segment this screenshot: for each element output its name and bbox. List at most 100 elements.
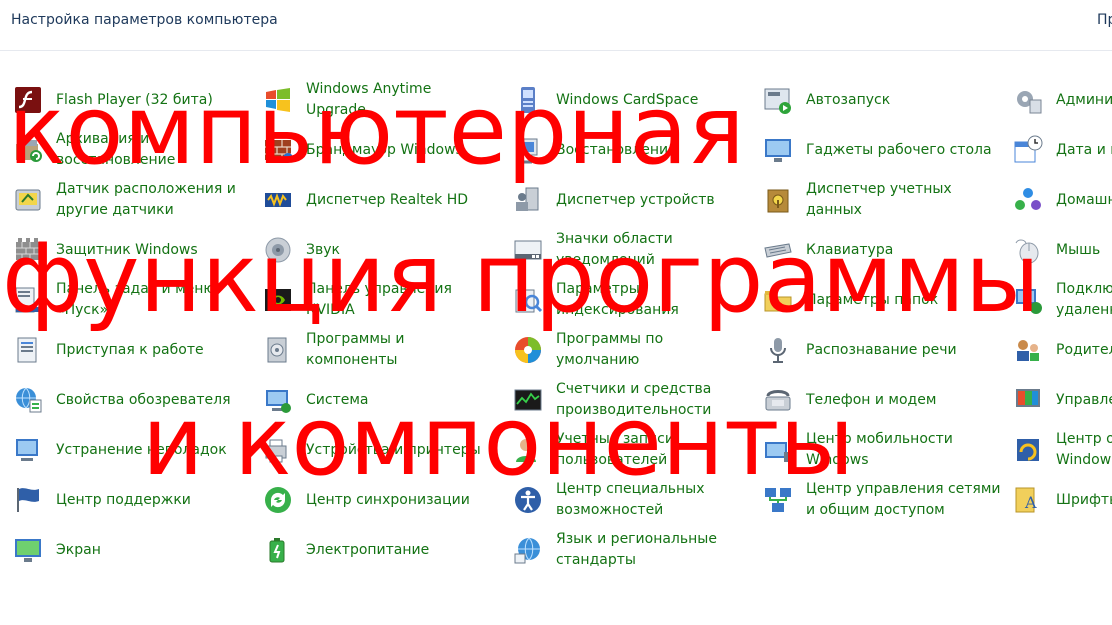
control-panel-item-label: Электропитание	[306, 541, 430, 558]
control-panel-item-default-programs[interactable]: Программы по умолчанию	[512, 326, 752, 374]
control-panel-item-label: Домашн	[1056, 191, 1112, 208]
control-panel-item-label: Windows Anytime Upgrade	[306, 81, 432, 118]
control-panel-item-label: Параметры папок	[806, 291, 939, 308]
keyboard-icon	[762, 234, 794, 266]
control-panel-item-label: Диспетчер учетных данных	[806, 181, 952, 218]
control-panel-item-label: Экран	[56, 541, 101, 558]
control-panel-item-homegroup[interactable]: Домашн	[1012, 176, 1112, 224]
control-panel-item-device-manager[interactable]: Диспетчер устройств	[512, 176, 752, 224]
mobility-center-icon	[762, 434, 794, 466]
page-title: Настройка параметров компьютера	[11, 12, 278, 28]
control-panel-item-location-sensor[interactable]: Датчик расположения и другие датчики	[12, 176, 252, 224]
control-panel-item-indexing[interactable]: Параметры индексирования	[512, 276, 752, 324]
control-panel-item-color-management[interactable]: Управле	[1012, 376, 1112, 424]
control-panel-item-power-options[interactable]: Электропитание	[262, 526, 502, 574]
control-panel-item-label: Диспетчер Realtek HD	[306, 191, 469, 208]
devices-printers-icon	[262, 434, 294, 466]
realtek-icon	[262, 184, 294, 216]
control-panel-item-label: Распознавание речи	[806, 341, 957, 358]
control-panel-item-system[interactable]: Система	[262, 376, 502, 424]
display-icon	[12, 534, 44, 566]
fonts-icon: A	[1012, 484, 1044, 516]
cardspace-icon	[512, 84, 544, 116]
control-panel-item-label: Центр специальных возможностей	[556, 481, 705, 518]
control-panel-item-realtek[interactable]: Диспетчер Realtek HD	[262, 176, 502, 224]
admin-tools-icon	[1012, 84, 1044, 116]
control-panel-item-mobility-center[interactable]: Центр мобильности Windows	[762, 426, 1002, 474]
recovery-icon	[512, 134, 544, 166]
control-panel-item-network-center[interactable]: Центр управления сетями и общим доступом	[762, 476, 1002, 524]
control-panel-item-label: Язык и региональные стандарты	[556, 531, 717, 568]
control-panel-item-remote-connection[interactable]: Подклю удаленн	[1012, 276, 1112, 324]
control-panel-item-update-center[interactable]: Центр о Window	[1012, 426, 1112, 474]
view-by-label[interactable]: Пр	[1097, 12, 1112, 28]
control-panel-item-label: Звук	[306, 241, 340, 258]
control-panel-item-label: Дата и в	[1056, 141, 1112, 158]
control-panel-item-label: Диспетчер устройств	[556, 191, 715, 208]
taskbar-icon	[12, 284, 44, 316]
control-panel-item-phone-modem[interactable]: Телефон и модем	[762, 376, 1002, 424]
control-panel-item-keyboard[interactable]: Клавиатура	[762, 226, 1002, 274]
control-panel-item-performance[interactable]: Счетчики и средства производительности	[512, 376, 752, 424]
network-center-icon	[762, 484, 794, 516]
control-panel-item-date-time[interactable]: Дата и в	[1012, 126, 1112, 174]
control-panel-item-label: Брандмауэр Windows	[306, 141, 463, 158]
control-panel-item-autoplay[interactable]: Автозапуск	[762, 76, 1002, 124]
control-panel-item-label: Автозапуск	[806, 91, 891, 108]
control-panel-item-fonts[interactable]: A Шрифты	[1012, 476, 1112, 524]
control-panel-item-label: Счетчики и средства производительности	[556, 381, 712, 418]
control-panel-item-firewall[interactable]: Брандмауэр Windows	[262, 126, 502, 174]
control-panel-item-getting-started[interactable]: Приступая к работе	[12, 326, 252, 374]
default-programs-icon	[512, 334, 544, 366]
control-panel-item-sync-center[interactable]: Центр синхронизации	[262, 476, 502, 524]
date-time-icon	[1012, 134, 1044, 166]
control-panel-item-label: Управле	[1056, 391, 1112, 408]
control-panel-item-windows-flag[interactable]: Windows Anytime Upgrade	[262, 76, 502, 124]
control-panel-item-sound[interactable]: Звук	[262, 226, 502, 274]
control-panel-item-user-accounts[interactable]: Учетные записи пользователей	[512, 426, 752, 474]
control-panel-item-label: Учетные записи пользователей	[556, 431, 674, 468]
control-panel-item-ease-of-access[interactable]: Центр специальных возможностей	[512, 476, 752, 524]
control-panel-item-label: Значки области уведомлений	[556, 231, 673, 268]
control-panel-item-gadgets[interactable]: Гаджеты рабочего стола	[762, 126, 1002, 174]
control-panel-item-label: Восстановление	[556, 141, 677, 158]
control-panel-item-label: Архивация и восстановление	[56, 131, 176, 168]
control-panel-item-recovery[interactable]: Восстановление	[512, 126, 752, 174]
control-panel-item-nvidia[interactable]: Панель управления NVIDIA	[262, 276, 502, 324]
control-panel-item-troubleshooting[interactable]: Устранение неполадок	[12, 426, 252, 474]
control-panel-item-action-center[interactable]: Центр поддержки	[12, 476, 252, 524]
control-panel-item-region-language[interactable]: Язык и региональные стандарты	[512, 526, 752, 574]
control-panel-item-flash-player[interactable]: Flash Player (32 бита)	[12, 76, 252, 124]
control-panel-item-taskbar[interactable]: Панель задач и меню «Пуск»	[12, 276, 252, 324]
control-panel-item-cardspace[interactable]: Windows CardSpace	[512, 76, 752, 124]
control-panel-item-backup[interactable]: Архивация и восстановление	[12, 126, 252, 174]
control-panel-item-parental-controls[interactable]: Родител	[1012, 326, 1112, 374]
control-panel-item-notification-icons[interactable]: Значки области уведомлений	[512, 226, 752, 274]
getting-started-icon	[12, 334, 44, 366]
control-panel-item-defender[interactable]: Защитник Windows	[12, 226, 252, 274]
control-panel-item-label: Гаджеты рабочего стола	[806, 141, 992, 158]
control-panel-item-programs[interactable]: Программы и компоненты	[262, 326, 502, 374]
windows-flag-icon	[262, 84, 294, 116]
control-panel-item-microphone[interactable]: Распознавание речи	[762, 326, 1002, 374]
control-panel-item-folder-options[interactable]: Параметры папок	[762, 276, 1002, 324]
control-panel-item-admin-tools[interactable]: Админи	[1012, 76, 1112, 124]
sound-icon	[262, 234, 294, 266]
control-panel-item-credential-manager[interactable]: Диспетчер учетных данных	[762, 176, 1002, 224]
defender-icon	[12, 234, 44, 266]
control-panel-item-internet-options[interactable]: Свойства обозревателя	[12, 376, 252, 424]
microphone-icon	[762, 334, 794, 366]
region-language-icon	[512, 534, 544, 566]
nvidia-icon	[262, 284, 294, 316]
control-panel-item-devices-printers[interactable]: Устройства и принтеры	[262, 426, 502, 474]
header-bar: Настройка параметров компьютера Пр	[0, 0, 1112, 51]
flash-player-icon	[12, 84, 44, 116]
svg-text:A: A	[1024, 493, 1037, 512]
control-panel-item-mouse[interactable]: Мышь	[1012, 226, 1112, 274]
control-panel-item-label: Центр синхронизации	[306, 491, 470, 508]
notification-icons-icon	[512, 234, 544, 266]
control-panel-item-label: Мышь	[1056, 241, 1101, 258]
control-panel-item-display[interactable]: Экран	[12, 526, 252, 574]
device-manager-icon	[512, 184, 544, 216]
update-center-icon	[1012, 434, 1044, 466]
